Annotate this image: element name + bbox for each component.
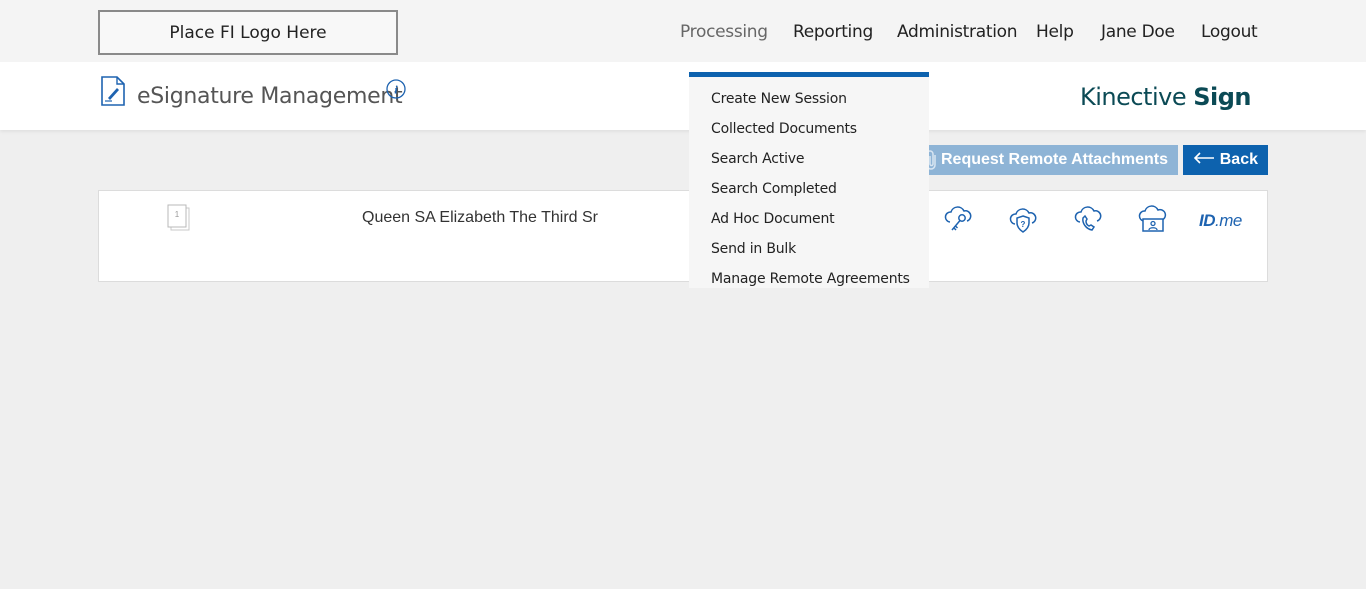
menu-item-search-completed[interactable]: Search Completed bbox=[711, 181, 837, 197]
brand-bold-text: Sign bbox=[1193, 83, 1251, 111]
brand-light-text: Kinective bbox=[1079, 83, 1194, 111]
nav-reporting[interactable]: Reporting bbox=[793, 22, 873, 42]
menu-item-manage-remote-agreements[interactable]: Manage Remote Agreements bbox=[711, 271, 910, 287]
idme-button[interactable]: ID.me bbox=[1199, 211, 1242, 231]
main-nav: Processing Reporting Administration Help… bbox=[0, 22, 1366, 46]
idme-main-text: ID bbox=[1199, 211, 1216, 230]
svg-text:?: ? bbox=[1021, 220, 1026, 229]
nav-help[interactable]: Help bbox=[1036, 22, 1074, 42]
signature-document-icon bbox=[101, 76, 125, 106]
arrow-left-icon bbox=[1193, 152, 1214, 164]
page-title: eSignature Management bbox=[137, 84, 403, 109]
menu-item-ad-hoc-document[interactable]: Ad Hoc Document bbox=[711, 211, 835, 227]
cloud-phone-icon[interactable] bbox=[1073, 205, 1103, 235]
page-header: eSignature Management i Kinective Sign bbox=[0, 62, 1366, 130]
request-remote-attachments-button[interactable]: Request Remote Attachments bbox=[920, 145, 1178, 175]
menu-item-send-in-bulk[interactable]: Send in Bulk bbox=[711, 241, 796, 257]
top-bar: Place FI Logo Here Processing Reporting … bbox=[0, 0, 1366, 62]
menu-item-collected-documents[interactable]: Collected Documents bbox=[711, 121, 857, 137]
info-icon[interactable]: i bbox=[386, 79, 406, 99]
menu-item-search-active[interactable]: Search Active bbox=[711, 151, 804, 167]
request-remote-attachments-label: Request Remote Attachments bbox=[940, 151, 1168, 168]
cloud-id-card-icon[interactable] bbox=[1138, 205, 1168, 235]
cloud-key-icon[interactable] bbox=[943, 205, 973, 235]
menu-item-create-new-session[interactable]: Create New Session bbox=[711, 91, 847, 107]
signer-panel: 1 Queen SA Elizabeth The Third Sr ? ID.m… bbox=[98, 190, 1268, 282]
document-pages-icon: 1 bbox=[167, 204, 190, 231]
brand-logo: Kinective Sign bbox=[1079, 83, 1252, 111]
back-button[interactable]: Back bbox=[1183, 145, 1268, 175]
signer-name: Queen SA Elizabeth The Third Sr bbox=[362, 209, 598, 226]
idme-suffix-text: .me bbox=[1215, 211, 1242, 230]
nav-user-name[interactable]: Jane Doe bbox=[1101, 22, 1175, 42]
page-count: 1 bbox=[175, 210, 180, 219]
back-label: Back bbox=[1219, 151, 1258, 168]
cloud-shield-question-icon[interactable]: ? bbox=[1008, 205, 1038, 235]
processing-dropdown-menu: Create New Session Collected Documents S… bbox=[689, 72, 929, 288]
nav-administration[interactable]: Administration bbox=[897, 22, 1018, 42]
svg-text:i: i bbox=[394, 83, 398, 97]
nav-logout[interactable]: Logout bbox=[1201, 22, 1258, 42]
nav-processing[interactable]: Processing bbox=[680, 22, 768, 42]
